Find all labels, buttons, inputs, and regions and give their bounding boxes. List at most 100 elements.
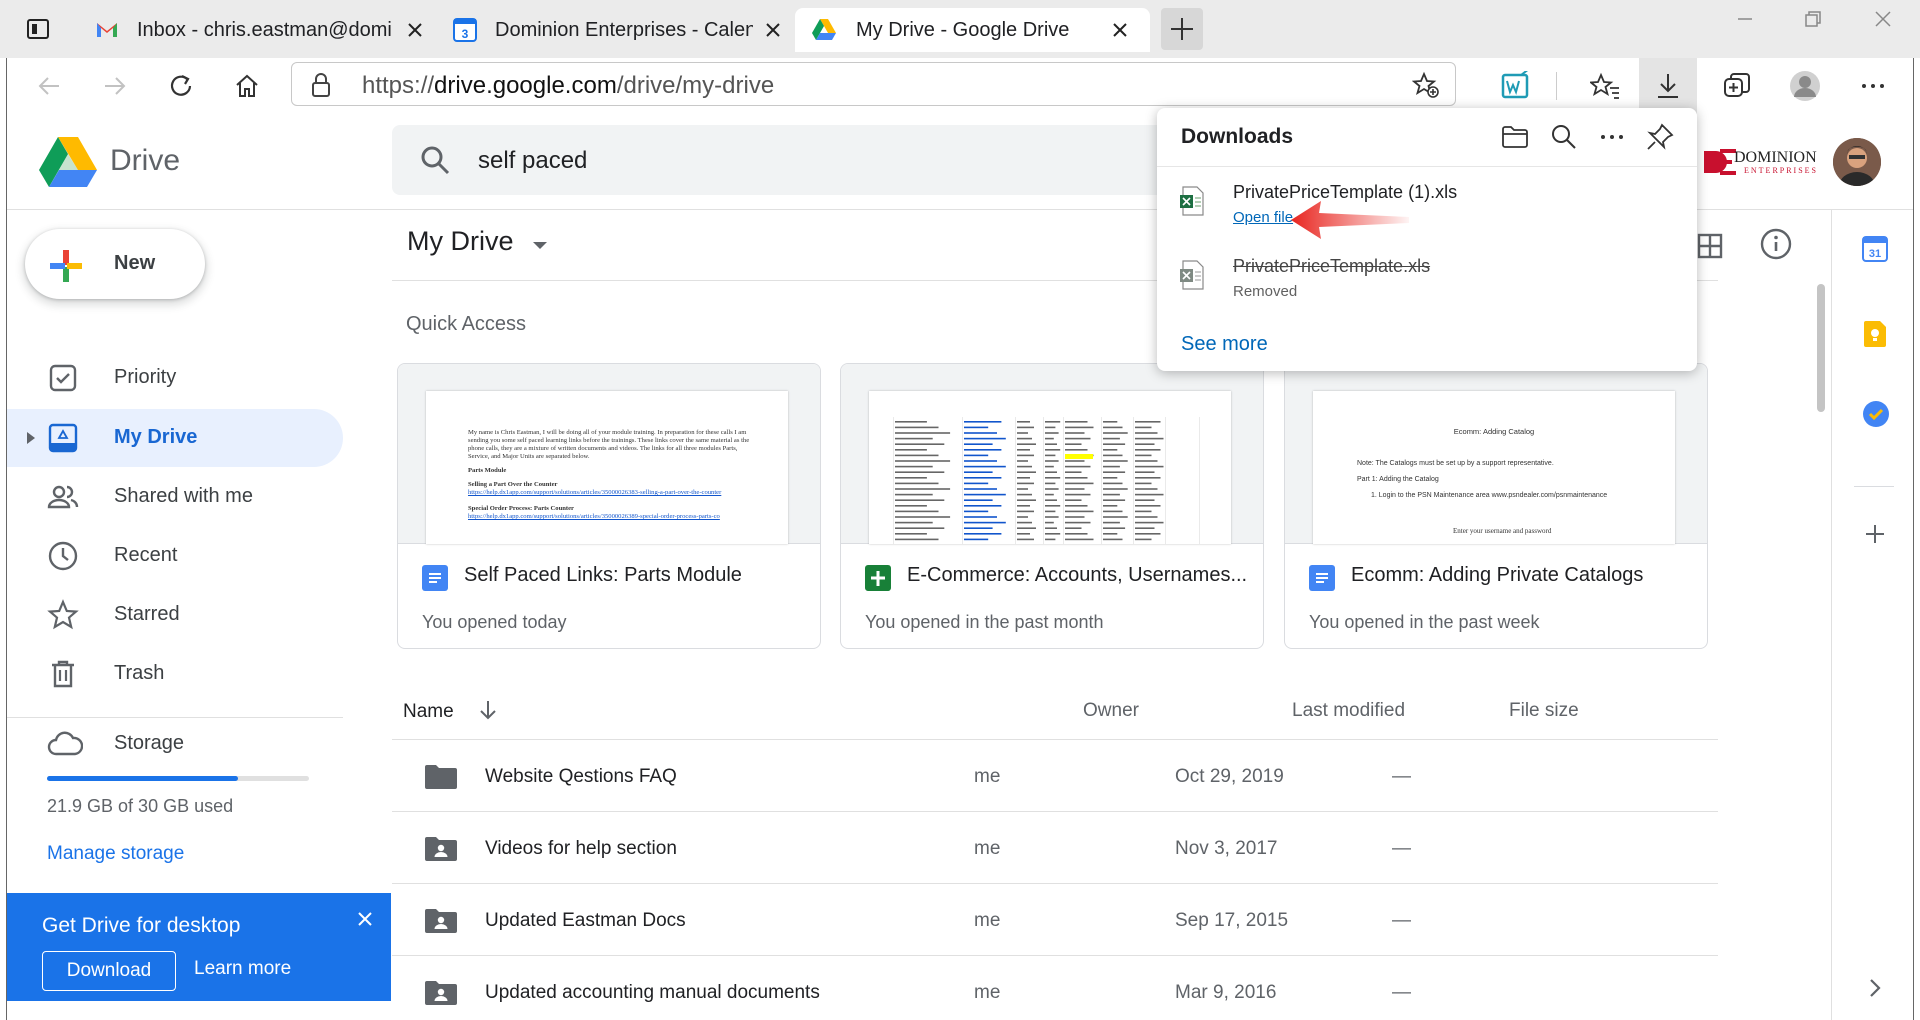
- close-tab-icon[interactable]: [405, 20, 425, 40]
- account-avatar[interactable]: [1833, 138, 1881, 186]
- quick-access-card[interactable]: My name is Chris Eastman, I will be doin…: [397, 363, 821, 649]
- close-tab-icon[interactable]: [1110, 20, 1130, 40]
- spreadsheet-cell-text: [964, 527, 993, 529]
- calendar-addon-icon[interactable]: 31: [1862, 236, 1888, 262]
- sidebar-item-recent[interactable]: Recent: [7, 527, 343, 585]
- quick-access-card[interactable]: E-Commerce: Accounts, Usernames... You o…: [840, 363, 1264, 649]
- collections-icon[interactable]: [1719, 68, 1755, 104]
- quick-access-subtitle: You opened today: [422, 612, 567, 632]
- search-downloads-icon[interactable]: [1549, 122, 1579, 152]
- table-row[interactable]: Videos for help section me Nov 3, 2017 —: [392, 811, 1718, 883]
- pin-icon[interactable]: [1645, 122, 1675, 152]
- drive-icon: [812, 19, 836, 41]
- info-icon[interactable]: [1759, 227, 1793, 261]
- spreadsheet-cell-text: [1103, 538, 1123, 541]
- drive-logo-text: Drive: [110, 144, 181, 177]
- new-tab-button[interactable]: [1161, 8, 1203, 50]
- sidebar-item-trash[interactable]: Trash: [7, 645, 343, 703]
- profile-avatar-icon[interactable]: [1787, 68, 1823, 104]
- tab-actions-icon[interactable]: [26, 17, 50, 41]
- spreadsheet-cell-text: [895, 538, 939, 541]
- close-window-button[interactable]: [1850, 0, 1916, 38]
- promo-close-icon[interactable]: [356, 910, 374, 928]
- promo-learn-more-link[interactable]: Learn more: [194, 958, 291, 980]
- spreadsheet-cell-text: [1065, 533, 1088, 535]
- download-item[interactable]: PrivatePriceTemplate.xls Removed: [1179, 256, 1679, 312]
- more-options-icon[interactable]: [1597, 122, 1627, 152]
- priority-icon: [47, 362, 79, 394]
- writer-extension-icon[interactable]: [1498, 68, 1534, 104]
- see-more-link[interactable]: See more: [1181, 333, 1268, 356]
- refresh-icon[interactable]: [163, 68, 199, 104]
- column-header-last-modified[interactable]: Last modified: [1292, 700, 1405, 722]
- favorites-icon[interactable]: [1587, 68, 1623, 104]
- column-header-name[interactable]: Name: [403, 700, 497, 723]
- sidebar-item-storage[interactable]: Storage: [7, 715, 343, 773]
- spreadsheet-cell-text: [1017, 505, 1030, 507]
- restore-button[interactable]: [1780, 0, 1846, 38]
- table-row[interactable]: Updated accounting manual documents me M…: [392, 955, 1718, 1020]
- download-item[interactable]: PrivatePriceTemplate (1).xls Open file: [1179, 182, 1679, 238]
- open-folder-icon[interactable]: [1500, 122, 1530, 152]
- more-options-icon[interactable]: [1855, 68, 1891, 104]
- back-icon[interactable]: [31, 68, 67, 104]
- close-tab-icon[interactable]: [763, 20, 783, 40]
- spreadsheet-cell-text: [964, 505, 1002, 507]
- sidebar-item-my-drive[interactable]: My Drive: [7, 409, 343, 467]
- storage-progress-bar: [47, 776, 309, 781]
- spreadsheet-cell-text: [1103, 527, 1126, 529]
- spreadsheet-cell-text: [964, 477, 1002, 479]
- address-bar[interactable]: https://drive.google.com/drive/my-drive: [291, 62, 1456, 106]
- tab-calendar[interactable]: 3 Dominion Enterprises - Calendar: [437, 8, 795, 52]
- sort-arrow-icon[interactable]: [479, 700, 497, 720]
- tab-drive[interactable]: My Drive - Google Drive: [795, 8, 1150, 52]
- tasks-addon-icon[interactable]: [1862, 400, 1890, 428]
- minimize-button[interactable]: [1712, 0, 1778, 38]
- promo-download-button[interactable]: Download: [42, 951, 176, 991]
- home-icon[interactable]: [229, 68, 265, 104]
- spreadsheet-preview: [893, 417, 1200, 544]
- page-title[interactable]: My Drive: [407, 226, 548, 257]
- quick-access-subtitle: You opened in the past month: [865, 612, 1104, 632]
- tab-gmail[interactable]: Inbox - chris.eastman@dominion: [77, 8, 437, 52]
- drive-logo-icon[interactable]: [39, 137, 97, 187]
- lock-icon[interactable]: [310, 72, 332, 98]
- sidebar-item-priority[interactable]: Priority: [7, 349, 343, 407]
- keep-addon-icon[interactable]: [1863, 320, 1887, 348]
- add-favorite-icon[interactable]: [1412, 71, 1440, 99]
- google-docs-icon: [422, 565, 448, 591]
- grid-view-icon[interactable]: [1697, 233, 1723, 259]
- table-row[interactable]: Website Qestions FAQ me Oct 29, 2019 —: [392, 739, 1718, 811]
- sidebar-item-shared-with-me[interactable]: Shared with me: [7, 468, 343, 526]
- forward-icon[interactable]: [97, 68, 133, 104]
- spreadsheet-cell-text: [1065, 426, 1094, 429]
- new-button[interactable]: New: [25, 229, 205, 299]
- spreadsheet-cell-text: [1103, 471, 1126, 473]
- open-file-link[interactable]: Open file: [1233, 209, 1293, 226]
- column-header-owner[interactable]: Owner: [1083, 700, 1139, 722]
- expand-arrow-icon[interactable]: [25, 431, 37, 445]
- spreadsheet-cell-text: [1103, 426, 1123, 429]
- spreadsheet-thumbnail: [841, 364, 1263, 544]
- get-addons-icon[interactable]: [1864, 523, 1886, 545]
- manage-storage-link[interactable]: Manage storage: [47, 843, 184, 865]
- side-panel: 31: [1831, 210, 1913, 1020]
- spreadsheet-cell-text: [1135, 454, 1152, 457]
- sidebar-item-starred[interactable]: Starred: [7, 586, 343, 644]
- spreadsheet-cell-text: [1135, 482, 1152, 485]
- spreadsheet-cell-text: [1045, 521, 1054, 524]
- search-input[interactable]: self paced: [478, 147, 587, 175]
- table-row[interactable]: Updated Eastman Docs me Sep 17, 2015 —: [392, 883, 1718, 955]
- quick-access-label: Quick Access: [406, 313, 527, 335]
- chevron-right-icon[interactable]: [1868, 978, 1882, 998]
- search-icon[interactable]: [420, 145, 450, 175]
- spreadsheet-cell-text: [895, 465, 933, 468]
- spreadsheet-cell-text: [895, 493, 933, 496]
- column-header-file-size[interactable]: File size: [1509, 700, 1579, 722]
- scrollbar-thumb[interactable]: [1817, 284, 1825, 412]
- quick-access-card[interactable]: Ecomm: Adding Catalog Note: The Catalogs…: [1284, 363, 1708, 649]
- spreadsheet-cell-text: [1065, 432, 1085, 434]
- search-bar[interactable]: self paced: [392, 125, 1232, 195]
- downloads-icon[interactable]: [1639, 58, 1697, 114]
- tab-title: Inbox - chris.eastman@dominion: [137, 18, 392, 41]
